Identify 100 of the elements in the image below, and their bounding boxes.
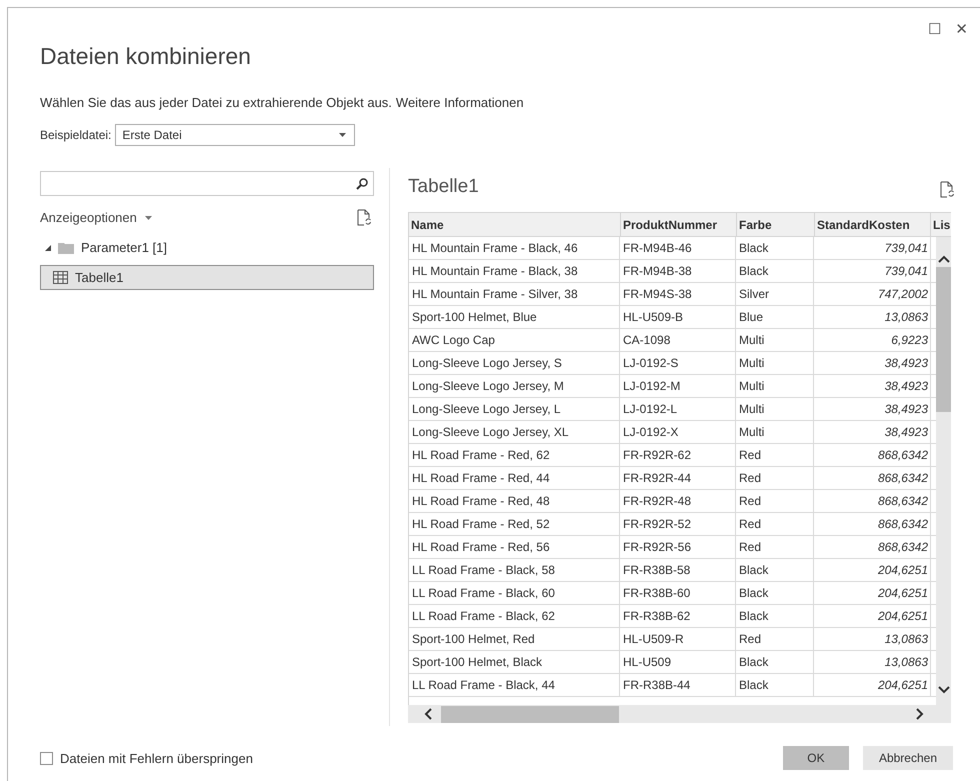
table-cell: 13,0863 [814,306,931,328]
display-options-dropdown[interactable]: Anzeigeoptionen [40,210,152,225]
table-cell: FR-R92R-56 [620,536,736,558]
refresh-button[interactable] [940,181,954,198]
checkbox-icon[interactable] [40,752,53,764]
table-cell: Red [736,536,814,558]
table-cell: Multi [736,329,814,351]
expanded-triangle-icon[interactable] [45,244,51,250]
column-header[interactable]: StandardKosten [815,213,931,236]
table-cell: FR-R92R-48 [620,490,736,512]
table-cell: Long-Sleeve Logo Jersey, L [409,398,620,420]
skip-errors-checkbox[interactable]: Dateien mit Fehlern überspringen [40,750,253,766]
tree-item[interactable]: Tabelle1 [40,265,374,290]
table-cell: Sport-100 Helmet, Red [409,628,620,650]
table-cell: FR-R38B-58 [620,559,736,581]
table-cell: HL Mountain Frame - Black, 46 [409,237,620,259]
table-cell: Multi [736,352,814,374]
table-cell: Multi [736,398,814,420]
table-cell: Black [736,260,814,282]
table-cell: FR-M94S-38 [620,283,736,305]
table-cell: AWC Logo Cap [409,329,620,351]
table-cell: FR-R38B-62 [620,605,736,627]
table-cell: HL-U509 [620,651,736,673]
search-field[interactable] [40,171,374,196]
table-cell: Red [736,444,814,466]
table-cell: Black [736,605,814,627]
table-cell: Red [736,490,814,512]
scroll-left-icon[interactable] [424,708,432,720]
table-cell: 204,6251 [814,674,931,696]
table-cell: 38,4923 [814,352,931,374]
table-cell: LJ-0192-S [620,352,736,374]
instruction-text: Wählen Sie das aus jeder Datei zu extrahierende Objekt aus. [40,95,392,110]
table-cell: 868,6342 [814,467,931,489]
table-cell: LL Road Frame - Black, 60 [409,582,620,604]
cancel-button[interactable]: Abbrechen [862,746,953,770]
table-cell: 739,041 [814,237,931,259]
table-cell: FR-M94B-38 [620,260,736,282]
search-icon [356,178,368,190]
close-button[interactable]: ✕ [955,20,968,38]
table-cell: 13,0863 [814,651,931,673]
table-cell: Black [736,559,814,581]
column-header[interactable]: Lis [931,213,951,236]
table-cell: 868,6342 [814,444,931,466]
table-icon [53,271,68,284]
refresh-button[interactable] [357,209,371,226]
sample-file-dropdown[interactable]: Erste Datei [115,124,356,146]
scroll-up-icon[interactable] [938,255,950,263]
column-header[interactable]: ProduktNummer [621,213,737,236]
scroll-right-icon[interactable] [916,708,924,720]
table-cell: Red [736,467,814,489]
table-cell: LJ-0192-X [620,421,736,443]
table-cell: HL Road Frame - Red, 44 [409,467,620,489]
file-refresh-icon [357,209,371,226]
table-cell: FR-R92R-62 [620,444,736,466]
table-cell: FR-R92R-52 [620,513,736,535]
table-cell: Long-Sleeve Logo Jersey, S [409,352,620,374]
table-cell: HL Road Frame - Red, 62 [409,444,620,466]
table-cell: LL Road Frame - Black, 62 [409,605,620,627]
ok-button[interactable]: OK [782,746,849,770]
window-title: Dateien kombinieren [40,43,252,71]
table-cell: Long-Sleeve Logo Jersey, XL [409,421,620,443]
table-cell: FR-R38B-44 [620,674,736,696]
table-cell: 204,6251 [814,582,931,604]
table-cell: 739,041 [814,260,931,282]
table-cell: Red [736,628,814,650]
table-cell: Black [736,582,814,604]
table-cell: Black [736,237,814,259]
learn-more-link[interactable]: Weitere Informationen [396,95,524,110]
table-cell: LJ-0192-M [620,375,736,397]
table-cell: FR-M94B-46 [620,237,736,259]
table-cell: 868,6342 [814,490,931,512]
table-cell: Black [736,651,814,673]
table-cell: Sport-100 Helmet, Blue [409,306,620,328]
table-cell: Red [736,513,814,535]
table-cell: LL Road Frame - Black, 58 [409,559,620,581]
table-cell: HL Mountain Frame - Silver, 38 [409,283,620,305]
table-cell: HL-U509-R [620,628,736,650]
table-cell: 868,6342 [814,513,931,535]
table-cell: LJ-0192-L [620,398,736,420]
table-cell: FR-R92R-44 [620,467,736,489]
caret-icon [339,133,346,137]
table-cell: Blue [736,306,814,328]
table-cell: Multi [736,421,814,443]
table-cell: Silver [736,283,814,305]
table-cell: 204,6251 [814,559,931,581]
column-header[interactable]: Farbe [737,213,815,236]
preview-title: Tabelle1 [408,176,479,198]
table-cell: HL Road Frame - Red, 56 [409,536,620,558]
file-refresh-icon [940,181,954,198]
table-cell: 204,6251 [814,605,931,627]
table-cell: Sport-100 Helmet, Black [409,651,620,673]
table-cell: 747,2002 [814,283,931,305]
table-cell: 13,0863 [814,628,931,650]
table-cell: 868,6342 [814,536,931,558]
table-cell: LL Road Frame - Black, 44 [409,674,620,696]
tree-item[interactable]: Parameter1 [1] [40,235,374,260]
scroll-down-icon[interactable] [938,686,950,694]
column-header[interactable]: Name [409,213,621,236]
table-cell: HL Road Frame - Red, 52 [409,513,620,535]
maximize-button[interactable]: ☐ [928,20,942,38]
